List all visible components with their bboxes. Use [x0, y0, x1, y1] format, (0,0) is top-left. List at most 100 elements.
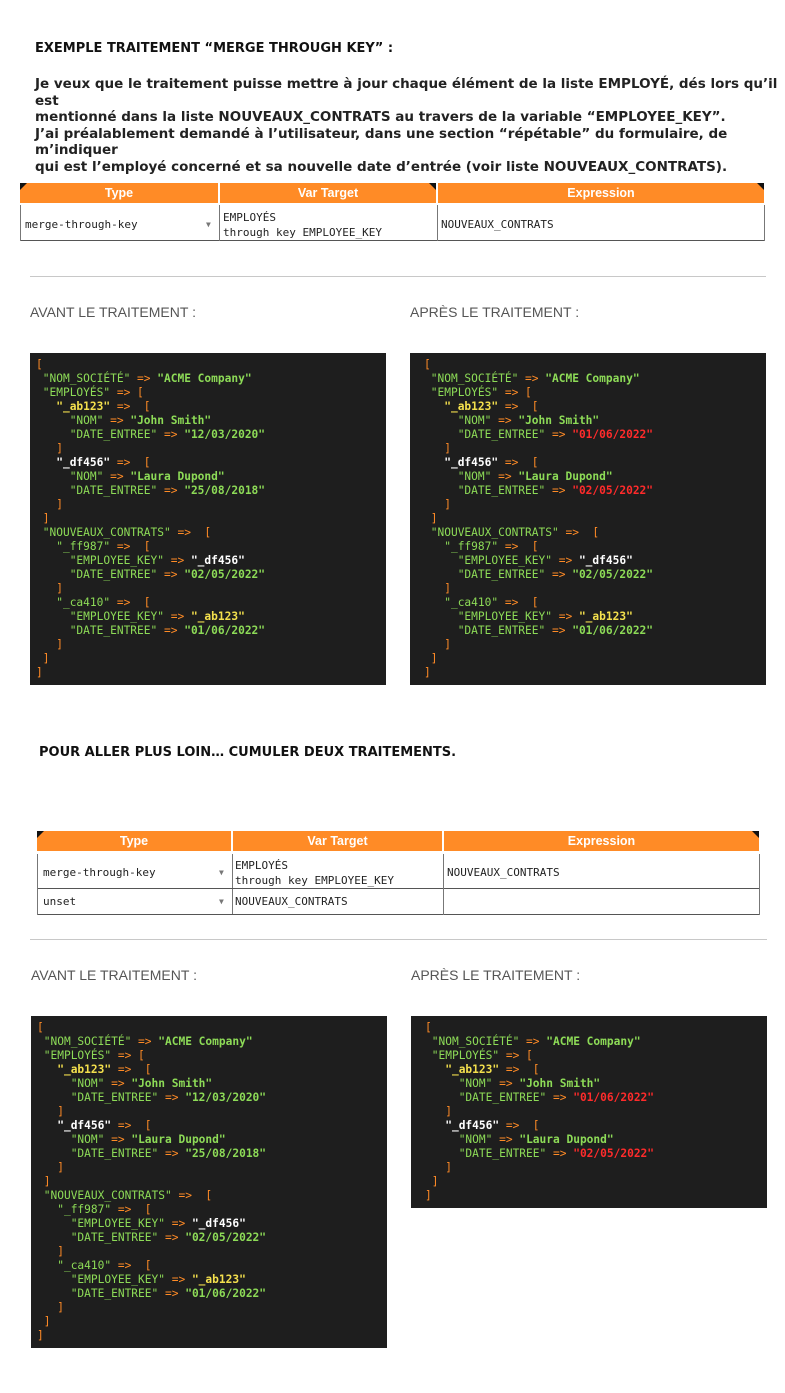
before-label: AVANT LE TRAITEMENT : [30, 304, 196, 320]
code-line: ] [37, 1245, 64, 1258]
code-line: "DATE_ENTREE" => "01/06/2022" [458, 1091, 655, 1104]
code-line: [ [425, 1021, 432, 1034]
code-token: "EMPLOYEE_KEY" [70, 1273, 165, 1286]
code-line: "_df456" => [ [445, 1119, 540, 1132]
type-select[interactable]: unset ▼ [38, 889, 233, 915]
expression-cell[interactable]: NOUVEAUX_CONTRATS [444, 854, 759, 889]
type-value: merge-through-key [25, 218, 138, 231]
code-line: ] [37, 1329, 44, 1342]
code-line: "NOM" => "John Smith" [457, 414, 600, 427]
code-line: [ [36, 358, 43, 371]
code-line: "_ff987" => [ [57, 1203, 152, 1216]
code-token: "NOM" [458, 1133, 493, 1146]
code-token: "ACME Company" [157, 372, 252, 385]
code-line: "NOUVEAUX_CONTRATS" => [ [43, 1189, 213, 1202]
code-token: "01/06/2022" [185, 1287, 267, 1300]
code-token: "NOM_SOCIÉTÉ" [430, 372, 519, 385]
code-token: "DATE_ENTREE" [458, 1091, 547, 1104]
code-token: "01/06/2022" [572, 428, 654, 441]
code-line: "NOM" => "Laura Dupond" [70, 1133, 226, 1146]
expression-value: NOUVEAUX_CONTRATS [447, 866, 560, 879]
code-token: "DATE_ENTREE" [69, 428, 158, 441]
code-line: ] [36, 442, 63, 455]
code-token: "25/08/2018" [185, 1147, 267, 1160]
code-line: "NOM" => "Laura Dupond" [457, 470, 613, 483]
code-token: "Laura Dupond" [519, 1133, 614, 1146]
code-token: "NOM_SOCIÉTÉ" [42, 372, 131, 385]
expression-cell[interactable] [444, 889, 759, 915]
code-token: "_df456" [190, 554, 245, 567]
code-token: "_ca410" [57, 1259, 112, 1272]
code-token: "25/08/2018" [184, 484, 266, 497]
code-line: "DATE_ENTREE" => "02/05/2022" [70, 1231, 267, 1244]
code-line: "EMPLOYEE_KEY" => "_ab123" [69, 610, 245, 623]
var-target-cell[interactable]: NOUVEAUX_CONTRATS [233, 889, 443, 915]
code-token: "John Smith" [519, 1077, 601, 1090]
code-token: "02/05/2022" [184, 568, 266, 581]
type-select[interactable]: merge-through-key ▼ [21, 205, 219, 241]
code-line: "NOM" => "John Smith" [458, 1077, 601, 1090]
code-line: ] [36, 498, 63, 511]
code-line: ] [37, 1175, 51, 1188]
code-line: ] [37, 1105, 64, 1118]
code-token: "ACME Company" [546, 1035, 641, 1048]
code-line: "NOM" => "John Smith" [70, 1077, 213, 1090]
code-before-1: [ "NOM_SOCIÉTÉ" => "ACME Company" "EMPLO… [30, 353, 386, 685]
code-token: "DATE_ENTREE" [457, 624, 546, 637]
chevron-down-icon: ▼ [206, 220, 211, 229]
code-token: "_ab123" [445, 1063, 500, 1076]
code-line: "_ca410" => [ [444, 596, 539, 609]
code-token: "John Smith" [130, 414, 212, 427]
code-token: "_ab123" [444, 400, 499, 413]
after-label: APRÈS LE TRAITEMENT : [410, 304, 580, 320]
code-token: "EMPLOYEE_KEY" [69, 610, 164, 623]
code-token: "_ab123" [578, 610, 633, 623]
code-token: "01/06/2022" [573, 1091, 655, 1104]
code-token: "DATE_ENTREE" [69, 484, 158, 497]
code-token: "NOM" [70, 1077, 105, 1090]
expression-cell[interactable]: NOUVEAUX_CONTRATS [438, 205, 764, 241]
after-label: APRÈS LE TRAITEMENT : [411, 967, 581, 983]
code-line: "DATE_ENTREE" => "01/06/2022" [457, 624, 654, 637]
code-line: ] [37, 1161, 64, 1174]
intro-text: Je veux que le traitement puisse mettre … [35, 76, 785, 175]
code-token: "NOM_SOCIÉTÉ" [431, 1035, 520, 1048]
code-line: "NOM_SOCIÉTÉ" => "ACME Company" [430, 372, 640, 385]
code-token: "EMPLOYÉS" [43, 1049, 112, 1062]
code-line: "_df456" => [ [444, 456, 539, 469]
code-line: "DATE_ENTREE" => "12/03/2020" [70, 1091, 267, 1104]
processing-table-2: Type Var Target Expression merge-through… [37, 831, 762, 917]
var-target-cell[interactable]: EMPLOYÉS through key EMPLOYEE_KEY [220, 205, 437, 241]
code-line: ] [425, 1105, 452, 1118]
code-after-2: [ "NOM_SOCIÉTÉ" => "ACME Company" "EMPLO… [411, 1016, 767, 1208]
code-line: "_df456" => [ [57, 1119, 152, 1132]
code-token: "_ca410" [444, 596, 499, 609]
code-token: "_ab123" [56, 400, 111, 413]
code-token: "_ca410" [56, 596, 111, 609]
code-token: "02/05/2022" [573, 1147, 655, 1160]
code-token: "_ab123" [190, 610, 245, 623]
code-line: ] [36, 582, 63, 595]
code-token: "EMPLOYÉS" [431, 1049, 500, 1062]
code-token: "02/05/2022" [572, 484, 654, 497]
code-token: "Laura Dupond" [518, 470, 613, 483]
type-select[interactable]: merge-through-key ▼ [38, 854, 233, 889]
code-token: "NOM_SOCIÉTÉ" [43, 1035, 132, 1048]
code-token: "01/06/2022" [572, 624, 654, 637]
col-header-var-target: Var Target [233, 831, 442, 851]
var-target-line: EMPLOYÉS [223, 211, 276, 224]
code-token: "_df456" [444, 456, 499, 469]
var-target-line: NOUVEAUX_CONTRATS [235, 895, 348, 908]
code-token: "NOM" [70, 1133, 105, 1146]
code-token: "EMPLOYEE_KEY" [457, 554, 552, 567]
code-line: "_ab123" => [ [57, 1063, 152, 1076]
before-label: AVANT LE TRAITEMENT : [31, 967, 197, 983]
code-line: "NOM" => "John Smith" [69, 414, 212, 427]
code-line: ] [424, 638, 451, 651]
var-target-cell[interactable]: EMPLOYÉS through key EMPLOYEE_KEY [233, 854, 443, 889]
code-token: "EMPLOYEE_KEY" [457, 610, 552, 623]
code-token: "NOUVEAUX_CONTRATS" [42, 526, 171, 539]
code-line: "DATE_ENTREE" => "25/08/2018" [69, 484, 266, 497]
code-token: "_df456" [578, 554, 633, 567]
code-token: "DATE_ENTREE" [69, 624, 158, 637]
